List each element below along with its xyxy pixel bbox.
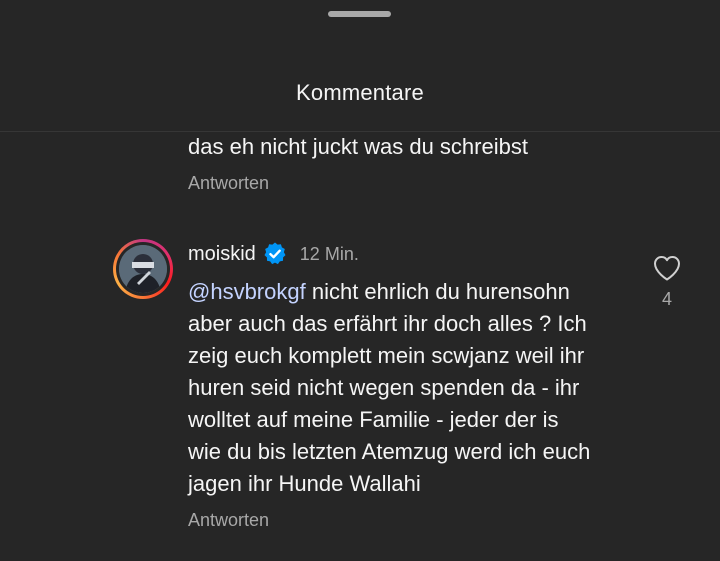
comment-line: nicht ehrlich du hurensohn <box>305 279 570 304</box>
avatar[interactable] <box>113 239 173 299</box>
comments-sheet: Kommentare das eh nicht juckt was du sch… <box>0 0 720 561</box>
username[interactable]: moiskid <box>188 243 256 266</box>
reply-button[interactable]: Antworten <box>188 510 269 531</box>
comment-line: aber auch das erfährt ihr doch alles ? I… <box>188 311 587 336</box>
comment-line: jagen ihr Hunde Wallahi <box>188 471 421 496</box>
comment-line: zeig euch komplett mein scwjanz weil ihr <box>188 343 585 368</box>
like-count: 4 <box>661 289 672 309</box>
comment-text: @hsvbrokgf nicht ehrlich du hurensohn abe… <box>188 276 628 500</box>
previous-comment-text: das eh nicht juckt was du schreibst <box>188 134 528 159</box>
verified-badge-icon <box>262 241 288 267</box>
comments-header: Kommentare <box>0 0 720 132</box>
avatar-image-icon <box>119 245 167 293</box>
comment-line: wie du bis letzten Atemzug werd ich euch <box>188 439 591 464</box>
comment-timestamp: 12 Min. <box>299 243 359 264</box>
mention-link[interactable]: @hsvbrokgf <box>188 279 306 304</box>
avatar-photo <box>119 245 167 293</box>
comment-line: wolltet auf meine Familie - jeder der is <box>188 407 559 432</box>
page-title: Kommentare <box>296 80 424 105</box>
avatar-ring-gap <box>116 242 170 296</box>
heart-outline-icon[interactable] <box>652 254 682 282</box>
comment-line: huren seid nicht wegen spenden da - ihr <box>188 375 580 400</box>
comment-header-row: moiskid 12 Min. <box>188 241 359 267</box>
previous-comment-reply-button[interactable]: Antworten <box>188 173 269 194</box>
drag-handle[interactable] <box>328 11 391 17</box>
